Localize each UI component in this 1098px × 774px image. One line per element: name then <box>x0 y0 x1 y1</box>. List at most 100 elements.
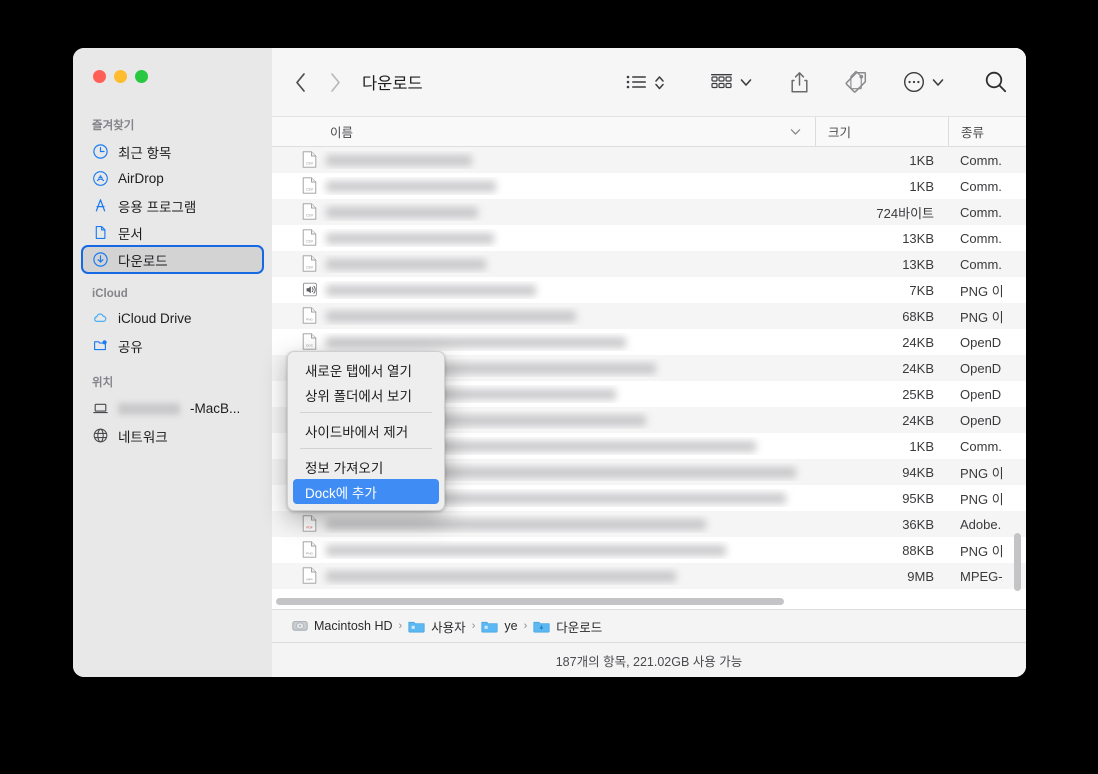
svg-text:CSV: CSV <box>306 162 314 166</box>
image-file-icon: PNG <box>302 307 318 325</box>
file-name-cell[interactable]: MP4 <box>272 567 815 585</box>
traffic-lights <box>93 70 148 83</box>
file-size-cell: 13KB <box>902 256 934 272</box>
close-button[interactable] <box>93 70 106 83</box>
table-row[interactable]: 7KB PNG 이 <box>272 277 1026 303</box>
context-menu-item[interactable]: 정보 가져오기 <box>293 454 439 479</box>
folder-icon <box>408 619 425 633</box>
group-grid-icon[interactable] <box>710 73 733 91</box>
finder-window: 즐겨찾기 최근 항목 AirDrop 응용 프로그램 문서 다운로드 iClou… <box>73 48 1026 677</box>
v-scrollbar[interactable] <box>1014 533 1021 591</box>
file-name-cell[interactable]: CSV <box>272 229 815 247</box>
breadcrumb-item-users[interactable]: 사용자 <box>408 617 466 636</box>
sidebar-item-label: 네트워크 <box>118 429 168 445</box>
sidebar-item-downloads[interactable]: 다운로드 <box>81 245 264 274</box>
breadcrumb-item-macintosh-hd[interactable]: Macintosh HD <box>292 619 393 633</box>
view-options-group[interactable] <box>626 74 665 91</box>
sort-chevrons-icon[interactable] <box>654 74 665 91</box>
clock-icon <box>92 143 109 160</box>
sidebar-item-icloud-drive[interactable]: iCloud Drive <box>82 305 263 332</box>
file-name-cell[interactable]: DOC <box>272 333 815 351</box>
breadcrumb-separator: › <box>471 620 476 632</box>
column-header-kind-label: 종류 <box>961 126 985 140</box>
breadcrumb-label: Macintosh HD <box>314 619 393 633</box>
sidebar-item-label: -MacB... <box>190 401 241 416</box>
column-header-size[interactable]: 크기 <box>815 117 948 146</box>
breadcrumb-label: 다운로드 <box>556 620 603 635</box>
h-scrollbar[interactable] <box>276 598 784 605</box>
group-by-button[interactable] <box>710 73 752 91</box>
table-row[interactable]: CSV 1KB Comm. <box>272 173 1026 199</box>
sidebar-item-recents[interactable]: 최근 항목 <box>82 138 263 165</box>
table-row[interactable]: CSV 1KB Comm. <box>272 147 1026 173</box>
sidebar-item-airdrop[interactable]: AirDrop <box>82 165 263 192</box>
chevron-down-icon[interactable] <box>790 125 801 139</box>
chevron-down-icon[interactable] <box>932 78 944 87</box>
breadcrumb-item-downloads[interactable]: 다운로드 <box>533 617 602 636</box>
breadcrumb-item-ye[interactable]: ye <box>481 619 518 633</box>
file-name-cell[interactable]: PDF <box>272 515 815 533</box>
file-name-cell[interactable]: CSV <box>272 203 815 221</box>
downloads-folder-icon <box>533 619 550 633</box>
search-icon[interactable] <box>984 70 1008 94</box>
table-row[interactable]: CSV 13KB Comm. <box>272 225 1026 251</box>
context-menu[interactable]: 새로운 탭에서 열기 상위 폴더에서 보기사이드바에서 제거정보 가져오기 Dock… <box>287 351 445 511</box>
file-kind-cell: Comm. <box>960 230 1002 246</box>
breadcrumb-separator: › <box>523 620 528 632</box>
file-name-cell[interactable]: PNG <box>272 541 815 559</box>
sidebar-item-label: iCloud Drive <box>118 311 192 326</box>
downloads-icon <box>92 251 109 268</box>
file-name-cell[interactable]: CSV <box>272 151 815 169</box>
more-actions-button[interactable] <box>903 71 944 93</box>
column-header-kind[interactable]: 종류 <box>948 117 1026 146</box>
table-row[interactable]: PNG 68KB PNG 이 <box>272 303 1026 329</box>
svg-text:CSV: CSV <box>306 240 314 244</box>
file-kind-cell: OpenD <box>960 334 1002 350</box>
zoom-button[interactable] <box>135 70 148 83</box>
sidebar-item-computer[interactable]: -MacB... <box>82 395 263 422</box>
forward-button[interactable] <box>329 72 342 93</box>
file-name-cell[interactable]: CSV <box>272 255 815 273</box>
column-header-name[interactable]: 이름 <box>272 122 815 141</box>
file-name-cell[interactable]: PNG <box>272 307 815 325</box>
ellipsis-circle-icon[interactable] <box>903 71 925 93</box>
sidebar-item-documents[interactable]: 문서 <box>82 219 263 246</box>
redacted-computer-name <box>118 402 180 415</box>
file-size-cell: 9MB <box>907 568 934 584</box>
column-headers: 이름 크기 종류 <box>272 117 1026 147</box>
sidebar-item-network[interactable]: 네트워크 <box>82 422 263 449</box>
sidebar: 즐겨찾기 최근 항목 AirDrop 응용 프로그램 문서 다운로드 iClou… <box>73 48 272 677</box>
file-kind-cell: PNG 이 <box>960 491 1004 507</box>
tag-icon[interactable] <box>845 71 867 93</box>
context-menu-item[interactable]: 새로운 탭에서 열기 <box>293 357 439 382</box>
sidebar-item-shared[interactable]: 공유 <box>82 332 263 359</box>
minimize-button[interactable] <box>114 70 127 83</box>
file-kind-cell: PNG 이 <box>960 283 1004 299</box>
svg-text:PNG: PNG <box>306 318 313 322</box>
chevron-down-icon[interactable] <box>740 78 752 87</box>
column-header-size-label: 크기 <box>828 126 852 140</box>
file-name-cell[interactable] <box>272 281 815 299</box>
list-view-icon[interactable] <box>626 74 647 90</box>
sidebar-section-locations: 위치 -MacB... 네트워크 <box>73 374 272 449</box>
redacted-file-name <box>326 284 536 296</box>
table-row[interactable]: PDF 36KB Adobe. <box>272 511 1026 537</box>
context-menu-item[interactable]: Dock에 추가 <box>293 479 439 504</box>
audio-file-icon <box>302 281 318 299</box>
context-menu-item[interactable]: 사이드바에서 제거 <box>293 418 439 443</box>
share-icon[interactable] <box>790 71 809 94</box>
table-row[interactable]: PNG 88KB PNG 이 <box>272 537 1026 563</box>
svg-text:CSV: CSV <box>306 188 314 192</box>
table-row[interactable]: CSV 724바이트 Comm. <box>272 199 1026 225</box>
file-size-cell: 24KB <box>902 360 934 376</box>
sidebar-item-applications[interactable]: 응용 프로그램 <box>82 192 263 219</box>
file-kind-cell: Comm. <box>960 256 1002 272</box>
file-kind-cell: OpenD <box>960 386 1002 402</box>
svg-text:CSV: CSV <box>306 266 314 270</box>
context-menu-item[interactable]: 상위 폴더에서 보기 <box>293 382 439 407</box>
table-row[interactable]: CSV 13KB Comm. <box>272 251 1026 277</box>
context-menu-separator <box>300 448 432 449</box>
back-button[interactable] <box>294 72 307 93</box>
table-row[interactable]: MP4 9MB MPEG- <box>272 563 1026 589</box>
file-name-cell[interactable]: CSV <box>272 177 815 195</box>
